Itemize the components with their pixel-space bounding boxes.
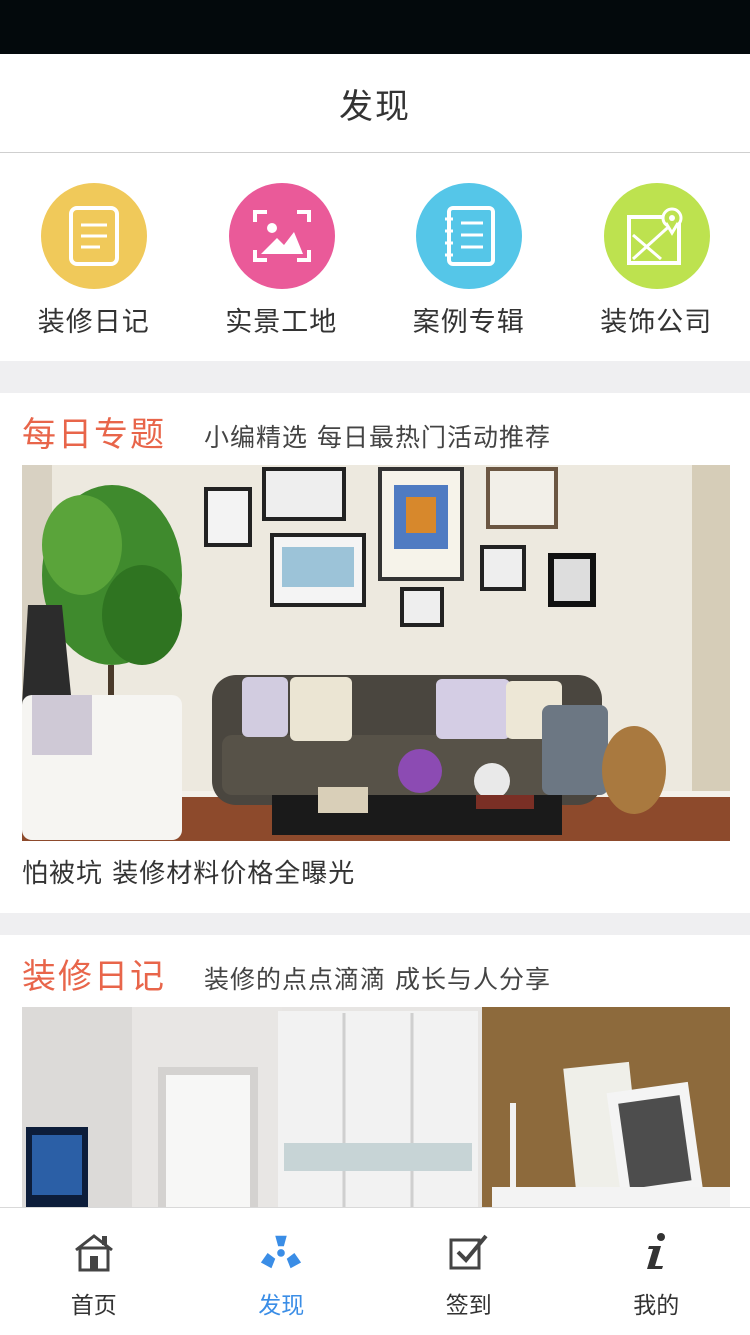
quick-links: 装修日记 实景工地 案例专辑 装饰公司 xyxy=(0,153,750,361)
section-title: 每日专题 xyxy=(22,407,166,456)
status-bar xyxy=(0,0,750,54)
photo-frame-icon xyxy=(229,183,335,289)
living-room-photo[interactable] xyxy=(22,465,730,841)
notebook-icon xyxy=(41,183,147,289)
info-icon xyxy=(634,1230,678,1274)
tab-discover[interactable]: 发现 xyxy=(188,1208,376,1335)
section-title: 装修日记 xyxy=(22,949,166,998)
page-title: 发现 xyxy=(339,79,411,128)
checkin-icon xyxy=(447,1230,491,1274)
diary-card[interactable]: 装修日记 装修的点点滴滴 成长与人分享 xyxy=(0,935,750,1207)
tab-label: 发现 xyxy=(188,1286,376,1320)
section-subtitle: 装修的点点滴滴 成长与人分享 xyxy=(204,960,551,996)
quick-link-diary[interactable]: 装修日记 xyxy=(0,153,188,361)
section-caption: 怕被坑 装修材料价格全曝光 xyxy=(22,853,355,890)
map-pin-icon xyxy=(604,183,710,289)
quick-link-cases[interactable]: 案例专辑 xyxy=(375,153,563,361)
tab-mine[interactable]: 我的 xyxy=(563,1208,750,1335)
bedroom-wardrobe-photo[interactable] xyxy=(22,1007,730,1207)
quick-link-label: 实景工地 xyxy=(188,300,376,339)
section-header: 装修日记 装修的点点滴滴 成长与人分享 xyxy=(22,949,551,998)
section-header: 每日专题 小编精选 每日最热门活动推荐 xyxy=(22,407,551,456)
tab-label: 签到 xyxy=(375,1286,563,1320)
tab-bar: 首页 发现 签到 我的 xyxy=(0,1207,750,1335)
tab-checkin[interactable]: 签到 xyxy=(375,1208,563,1335)
tab-label: 首页 xyxy=(0,1286,188,1320)
quick-link-label: 案例专辑 xyxy=(375,300,563,339)
quick-link-company[interactable]: 装饰公司 xyxy=(563,153,750,361)
home-icon xyxy=(72,1230,116,1274)
quick-link-label: 装修日记 xyxy=(0,300,188,339)
daily-topic-card[interactable]: 每日专题 小编精选 每日最热门活动推荐 xyxy=(0,393,750,913)
discover-icon xyxy=(259,1230,303,1274)
album-icon xyxy=(416,183,522,289)
tab-label: 我的 xyxy=(563,1286,750,1320)
quick-link-site[interactable]: 实景工地 xyxy=(188,153,376,361)
section-subtitle: 小编精选 每日最热门活动推荐 xyxy=(204,418,551,454)
tab-home[interactable]: 首页 xyxy=(0,1208,188,1335)
quick-link-label: 装饰公司 xyxy=(563,300,750,339)
nav-bar: 发现 xyxy=(0,54,750,153)
